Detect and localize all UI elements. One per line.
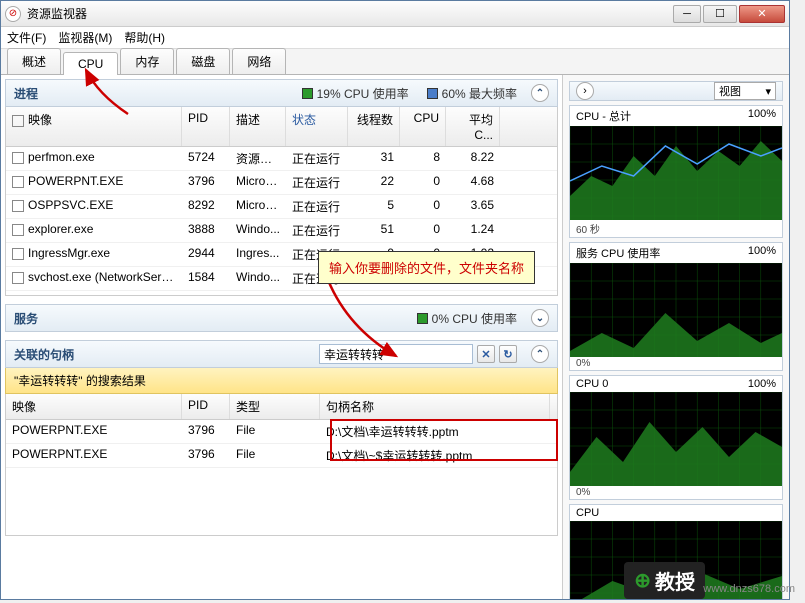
handles-table: 映像 PID 类型 句柄名称 POWERPNT.EXE3796FileD:\文档… [5,394,558,536]
maximize-button[interactable]: ☐ [703,5,737,23]
row-checkbox[interactable] [12,200,24,212]
collapse-processes-button[interactable]: ⌃ [531,84,549,102]
tab-network[interactable]: 网络 [232,48,286,74]
charts-container: CPU - 总计 100% 60 秒服务 CPU 使用率 100% 0% CPU 0 100… [569,105,783,599]
max-freq-led [427,88,438,99]
processes-title: 进程 [14,85,38,102]
titlebar: ⊘ 资源监视器 ─ ☐ ✕ [1,1,789,27]
services-stat: 0% CPU 使用率 [432,310,517,327]
collapse-right-button[interactable]: › [576,82,594,100]
row-checkbox[interactable] [12,224,24,236]
table-row[interactable]: POWERPNT.EXE3796FileD:\文档\~$幸运转转转.pptm [6,444,557,468]
table-row[interactable]: perfmon.exe5724资源和...正在运行3188.22 [6,147,557,171]
chart-label: 服务 CPU 使用率 [576,245,660,261]
chevron-down-icon: ▾ [765,85,771,98]
tab-cpu[interactable]: CPU [63,52,118,75]
table-row[interactable]: POWERPNT.EXE3796FileD:\文档\幸运转转转.pptm [6,420,557,444]
table-row[interactable]: explorer.exe3888Windo...正在运行5101.24 [6,219,557,243]
chart-footer: 60 秒 [570,220,782,237]
row-checkbox[interactable] [12,248,24,260]
cpu-usage-text: 19% CPU 使用率 [317,85,409,102]
close-button[interactable]: ✕ [739,5,785,23]
right-pane: › 视图▾ CPU - 总计100%60 秒服务 CPU 使用率100%0%CP… [563,75,789,599]
select-all-checkbox[interactable] [12,115,24,127]
menu-help[interactable]: 帮助(H) [124,29,165,46]
chart-label: CPU - 总计 [576,108,631,124]
app-icon: ⊘ [5,6,21,22]
expand-services-button[interactable]: ⌄ [531,309,549,327]
collapse-handles-button[interactable]: ⌃ [531,345,549,363]
handles-title: 关联的句柄 [14,346,74,363]
row-checkbox[interactable] [12,176,24,188]
row-checkbox[interactable] [12,272,24,284]
chart-box: 服务 CPU 使用率 100% 0% [569,242,783,371]
chart-box: CPU 0 100% 0% [569,375,783,500]
chart-pct: 100% [748,245,776,261]
view-selector[interactable]: 视图▾ [714,82,776,100]
minimize-button[interactable]: ─ [673,5,701,23]
table-row[interactable]: POWERPNT.EXE3796Micros...正在运行2204.68 [6,171,557,195]
window-title: 资源监视器 [27,5,671,22]
services-title: 服务 [14,310,38,327]
tab-memory[interactable]: 内存 [120,48,174,74]
menu-monitor[interactable]: 监视器(M) [58,29,112,46]
row-checkbox[interactable] [12,152,24,164]
annotation-callout: 输入你要删除的文件，文件夹名称 [318,251,535,284]
chart-footer: 0% [570,357,782,370]
services-header[interactable]: 服务 0% CPU 使用率 ⌄ [5,304,558,332]
cpu-usage-led [302,88,313,99]
watermark: www.dnzs678.com [703,583,795,595]
chart-label: CPU 0 [576,378,608,390]
chart-label: CPU [576,507,599,519]
services-led [417,313,428,324]
menubar: 文件(F) 监视器(M) 帮助(H) [1,27,789,49]
site-logo: ⊕教授 [624,562,705,599]
left-pane: 进程 19% CPU 使用率 60% 最大频率 ⌃ 映像 PID 描述 状态 线… [1,75,563,599]
max-freq-text: 60% 最大频率 [442,85,517,102]
clear-search-button[interactable]: ✕ [477,345,495,363]
handle-search-input[interactable] [319,344,473,364]
chart-footer: 0% [570,486,782,499]
chart-pct: 100% [748,108,776,124]
resource-monitor-window: ⊘ 资源监视器 ─ ☐ ✕ 文件(F) 监视器(M) 帮助(H) 概述 CPU … [0,0,790,600]
tab-disk[interactable]: 磁盘 [176,48,230,74]
table-row[interactable]: OSPPSVC.EXE8292Micros...正在运行503.65 [6,195,557,219]
refresh-search-button[interactable]: ↻ [499,345,517,363]
processes-header[interactable]: 进程 19% CPU 使用率 60% 最大频率 ⌃ [5,79,558,107]
tab-overview[interactable]: 概述 [7,48,61,74]
handles-body: POWERPNT.EXE3796FileD:\文档\幸运转转转.pptmPOWE… [6,420,557,535]
handles-header[interactable]: 关联的句柄 ✕ ↻ ⌃ [5,340,558,368]
chart-box: CPU - 总计 100% 60 秒 [569,105,783,238]
chart-pct: 100% [748,378,776,390]
search-results-bar: "幸运转转转" 的搜索结果 [5,368,558,394]
tabs: 概述 CPU 内存 磁盘 网络 [1,49,789,75]
view-toolbar: › 视图▾ [569,81,783,101]
menu-file[interactable]: 文件(F) [7,29,46,46]
table-row[interactable]: svchost.exe (secsvcs)5088Windo... [6,291,557,295]
